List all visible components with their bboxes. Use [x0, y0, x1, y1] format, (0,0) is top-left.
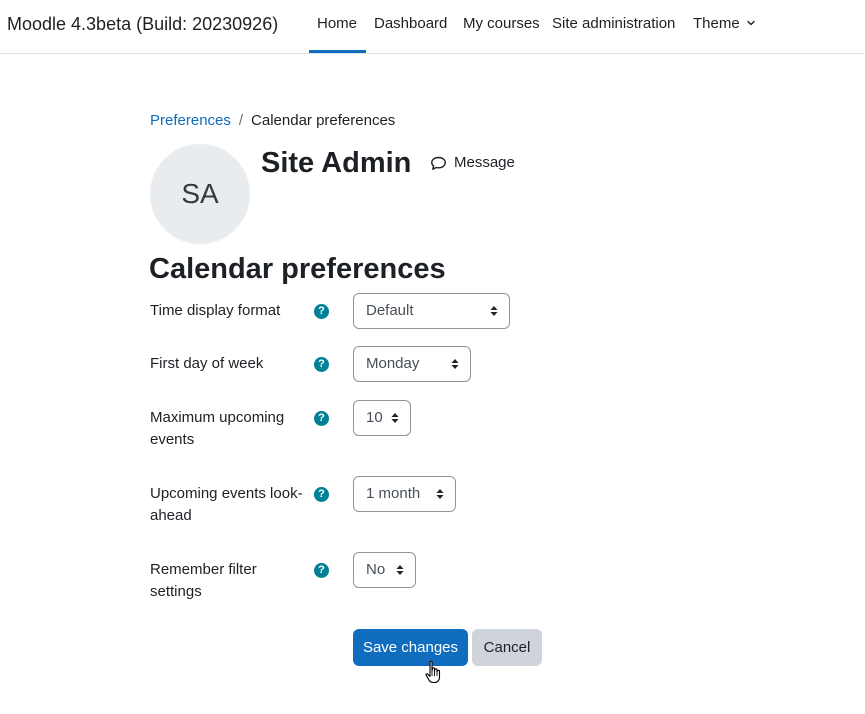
navbar: Moodle 4.3beta (Build: 20230926) Home Da…	[0, 0, 865, 54]
select-first-day-of-week[interactable]: Monday	[353, 346, 471, 382]
site-brand[interactable]: Moodle 4.3beta (Build: 20230926)	[7, 13, 278, 35]
select-value: Monday	[366, 355, 420, 372]
label-time-display-format: Time display format	[150, 302, 281, 319]
sort-caret-icon	[490, 306, 498, 316]
label-upcoming-events-look-ahead: Upcoming events look-ahead	[150, 485, 303, 524]
breadcrumb-current: Calendar preferences	[251, 112, 396, 129]
breadcrumb-separator: /	[238, 112, 244, 129]
question-mark-icon[interactable]: ?	[314, 563, 329, 578]
sort-caret-icon	[391, 413, 399, 423]
breadcrumb-preferences-link[interactable]: Preferences	[150, 112, 231, 129]
sort-caret-icon	[451, 359, 459, 369]
avatar-initials: SA	[181, 178, 219, 209]
nav-my-courses[interactable]: My courses	[463, 15, 540, 33]
nav-dashboard[interactable]: Dashboard	[374, 15, 447, 33]
hand-pointer-cursor-icon	[425, 660, 441, 684]
sort-caret-icon	[436, 489, 444, 499]
nav-active-indicator	[309, 50, 366, 53]
message-label: Message	[454, 154, 515, 171]
select-time-display-format[interactable]: Default	[353, 293, 510, 329]
nav-theme-label: Theme	[693, 15, 740, 32]
question-mark-icon[interactable]: ?	[314, 357, 329, 372]
select-maximum-upcoming-events[interactable]: 10	[353, 400, 411, 436]
chevron-down-icon	[747, 20, 755, 25]
select-value: Default	[366, 302, 414, 319]
nav-theme-dropdown[interactable]: Theme	[693, 15, 756, 33]
user-name: Site Admin	[261, 147, 412, 179]
label-remember-filter-settings: Remember filter settings	[150, 561, 257, 600]
sort-caret-icon	[396, 565, 404, 575]
message-button[interactable]: Message	[430, 154, 515, 172]
select-value: 10	[366, 409, 383, 426]
label-first-day-of-week: First day of week	[150, 355, 264, 372]
avatar[interactable]: SA	[150, 144, 250, 244]
question-mark-icon[interactable]: ?	[314, 304, 329, 319]
select-remember-filter-settings[interactable]: No	[353, 552, 416, 588]
speech-bubble-icon	[431, 156, 446, 170]
nav-site-administration[interactable]: Site administration	[552, 15, 675, 33]
cancel-button[interactable]: Cancel	[472, 629, 542, 666]
page-title: Calendar preferences	[149, 253, 446, 285]
question-mark-icon[interactable]: ?	[314, 487, 329, 502]
question-mark-icon[interactable]: ?	[314, 411, 329, 426]
nav-home[interactable]: Home	[317, 15, 357, 33]
breadcrumb: Preferences / Calendar preferences	[150, 112, 395, 130]
select-value: No	[366, 561, 386, 578]
select-value: 1 month	[366, 485, 421, 502]
label-maximum-upcoming-events: Maximum upcoming events	[150, 409, 285, 448]
save-changes-button[interactable]: Save changes	[353, 629, 468, 666]
select-upcoming-events-look-ahead[interactable]: 1 month	[353, 476, 456, 512]
